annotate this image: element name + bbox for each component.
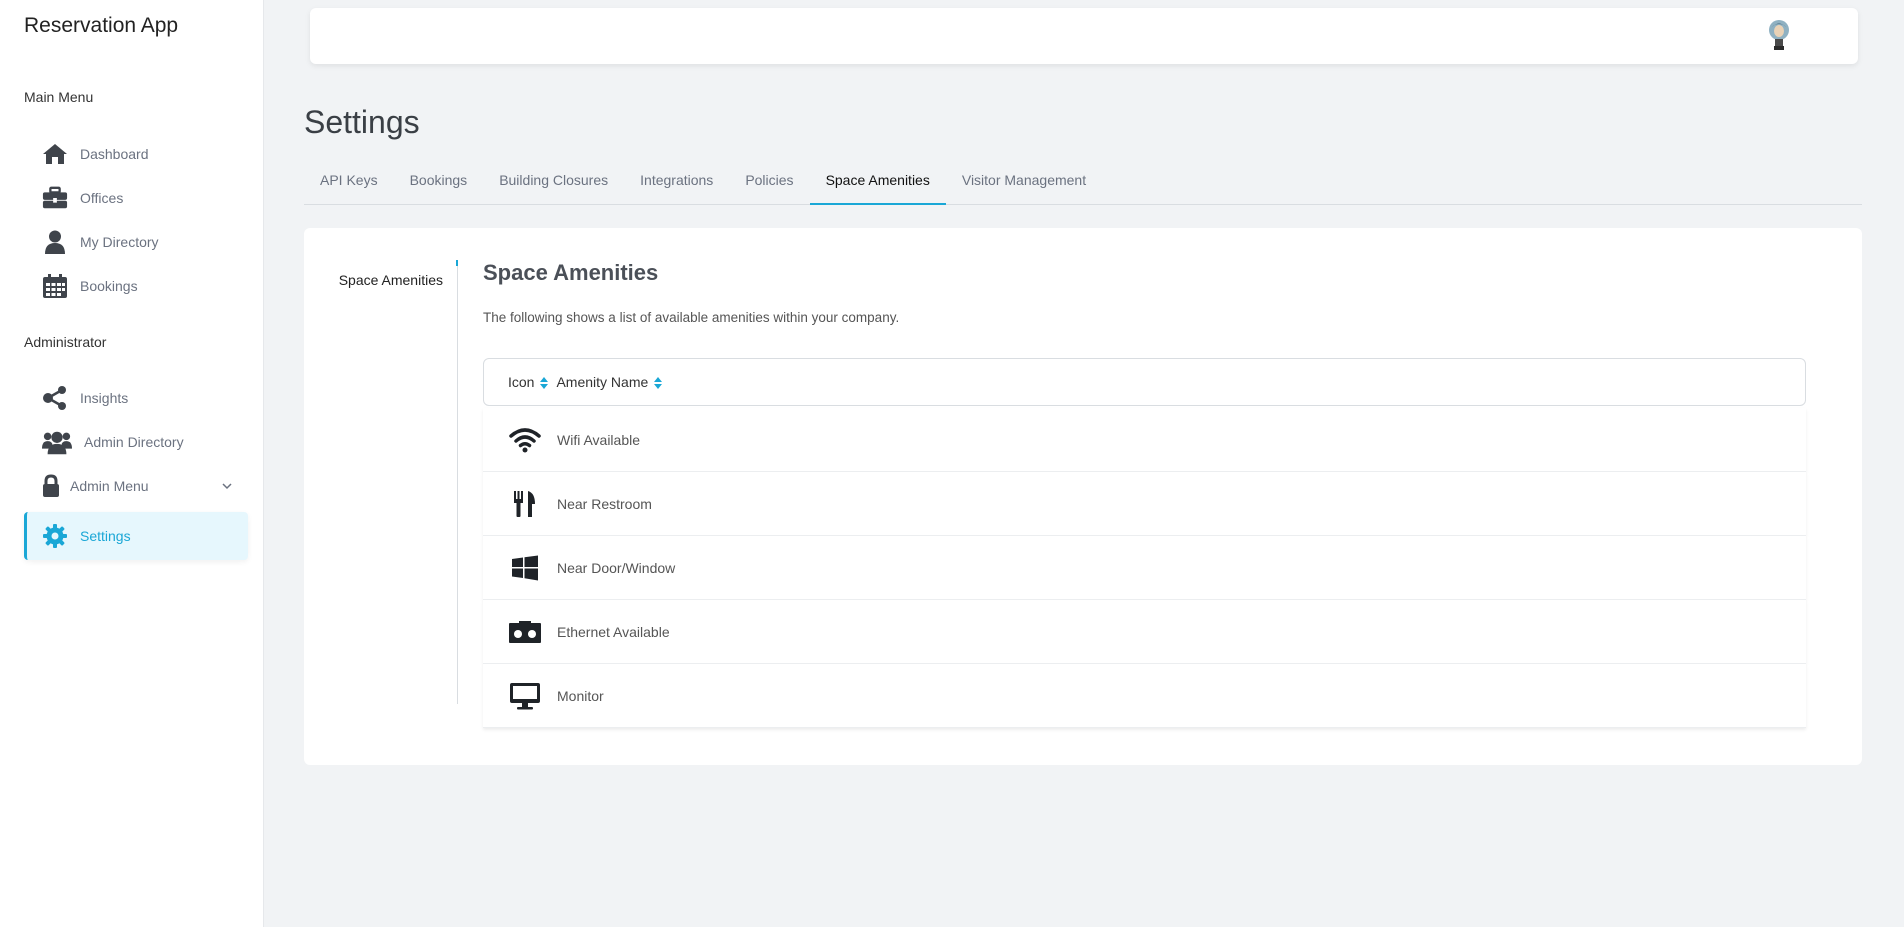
- gear-icon: [42, 523, 68, 549]
- sidebar-item-label: Dashboard: [80, 146, 149, 162]
- main-menu-title: Main Menu: [24, 89, 94, 105]
- amenity-name: Near Restroom: [557, 495, 652, 512]
- table-row[interactable]: Wifi Available: [483, 408, 1806, 472]
- side-tab-space-amenities[interactable]: Space Amenities: [339, 272, 443, 288]
- sidebar: Reservation App Main Menu Dashboard Offi…: [0, 0, 264, 927]
- monitor-icon: [505, 680, 545, 712]
- windows-icon: [505, 552, 545, 584]
- table-row[interactable]: Near Door/Window: [483, 536, 1806, 600]
- sidebar-item-dashboard[interactable]: Dashboard: [24, 134, 248, 174]
- sort-icon: [540, 376, 549, 389]
- amenity-name: Wifi Available: [557, 431, 641, 448]
- sidebar-item-label: Bookings: [80, 278, 138, 294]
- section-description: The following shows a list of available …: [483, 310, 900, 325]
- sidebar-item-admin-directory[interactable]: Admin Directory: [24, 422, 248, 462]
- avatar[interactable]: [1766, 18, 1792, 52]
- amenity-name: Ethernet Available: [557, 623, 670, 640]
- home-icon: [42, 141, 68, 167]
- share-icon: [42, 385, 68, 411]
- top-bar: [310, 8, 1858, 64]
- table-row[interactable]: Ethernet Available: [483, 600, 1806, 664]
- calendar-icon: [42, 273, 68, 299]
- amenity-name: Monitor: [557, 687, 604, 704]
- table-row[interactable]: Near Restroom: [483, 472, 1806, 536]
- lock-icon: [42, 473, 60, 499]
- sidebar-item-label: Insights: [80, 390, 129, 406]
- section-heading: Space Amenities: [483, 260, 659, 285]
- page-title: Settings: [304, 104, 420, 140]
- sidebar-item-offices[interactable]: Offices: [24, 178, 248, 218]
- sidebar-item-label: Admin Directory: [84, 434, 184, 450]
- column-header-icon[interactable]: Icon: [508, 374, 549, 390]
- users-icon: [42, 429, 72, 455]
- sidebar-item-my-directory[interactable]: My Directory: [24, 222, 248, 262]
- content-card: Space Amenities Space Amenities The foll…: [304, 228, 1862, 765]
- side-tab-indicator: [456, 260, 458, 266]
- tab-space-amenities[interactable]: Space Amenities: [809, 164, 946, 205]
- tab-api-keys[interactable]: API Keys: [304, 164, 394, 205]
- tab-integrations[interactable]: Integrations: [624, 164, 729, 205]
- user-icon: [42, 229, 68, 255]
- sidebar-item-label: Settings: [80, 528, 131, 544]
- table-header: Icon Amenity Name: [483, 358, 1806, 406]
- briefcase-icon: [42, 185, 68, 211]
- tab-visitor-management[interactable]: Visitor Management: [946, 164, 1102, 205]
- sidebar-item-admin-menu[interactable]: Admin Menu: [24, 466, 248, 506]
- sidebar-item-label: Offices: [80, 190, 124, 206]
- tab-bookings[interactable]: Bookings: [394, 164, 484, 205]
- utensils-icon: [505, 488, 545, 520]
- administrator-title: Administrator: [24, 334, 107, 350]
- table-row[interactable]: Monitor: [483, 664, 1806, 728]
- amenity-name: Near Door/Window: [557, 559, 676, 576]
- column-header-amenity-name[interactable]: Amenity Name: [556, 374, 663, 390]
- app-title: Reservation App: [24, 14, 179, 37]
- sidebar-item-insights[interactable]: Insights: [24, 378, 248, 418]
- sidebar-item-bookings[interactable]: Bookings: [24, 266, 248, 306]
- vertical-tabs: Space Amenities: [304, 260, 458, 704]
- chevron-down-icon[interactable]: [220, 479, 234, 493]
- amenities-list: Wifi Available Near Restroom Near Door/W…: [483, 408, 1806, 728]
- wifi-icon: [505, 424, 545, 456]
- sort-icon: [654, 376, 663, 389]
- tab-building-closures[interactable]: Building Closures: [483, 164, 624, 205]
- ethernet-icon: [505, 616, 545, 648]
- sidebar-item-label: Admin Menu: [70, 478, 149, 494]
- sidebar-item-settings[interactable]: Settings: [24, 512, 248, 560]
- settings-tabs: API Keys Bookings Building Closures Inte…: [304, 164, 1862, 205]
- sidebar-item-label: My Directory: [80, 234, 159, 250]
- tab-policies[interactable]: Policies: [729, 164, 809, 205]
